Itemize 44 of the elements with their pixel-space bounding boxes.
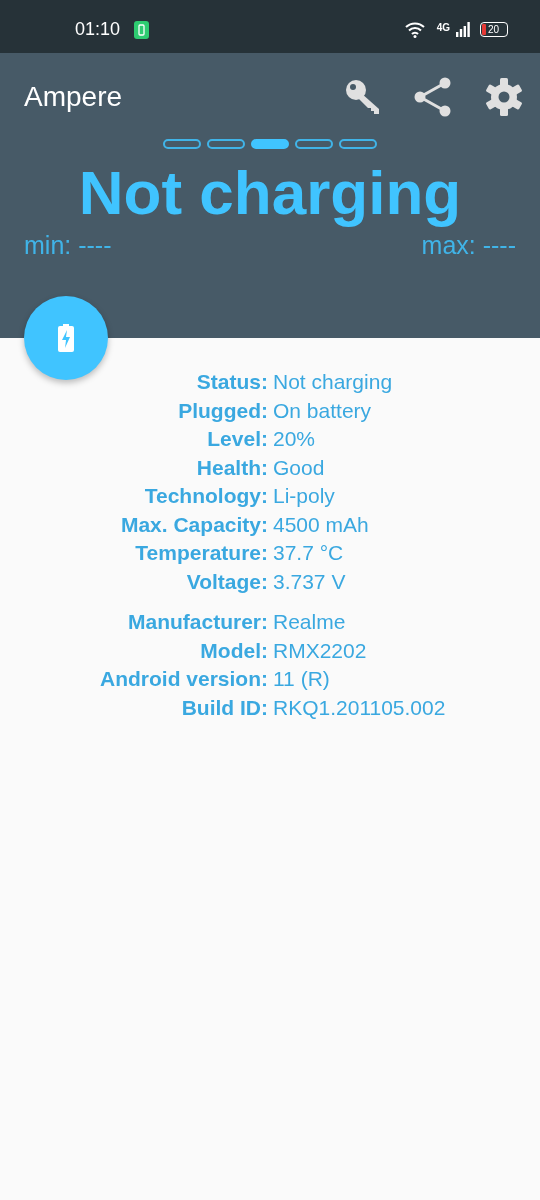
info-value: Not charging bbox=[273, 369, 394, 395]
battery-fab[interactable] bbox=[24, 296, 108, 380]
info-label: Max. Capacity: bbox=[119, 511, 268, 538]
battery-charging-icon bbox=[58, 324, 74, 352]
info-value: Good bbox=[273, 454, 326, 481]
page-indicator[interactable] bbox=[251, 139, 289, 149]
signal-icon bbox=[456, 22, 470, 37]
info-value: Realme bbox=[273, 609, 347, 635]
info-label: Android version: bbox=[99, 666, 268, 692]
info-value: 37.7 °C bbox=[273, 540, 345, 566]
info-value: Li-poly bbox=[273, 483, 336, 509]
info-value: 4500 mAh bbox=[273, 511, 370, 538]
battery-notification-icon bbox=[134, 20, 150, 39]
info-value: RMX2202 bbox=[273, 637, 368, 664]
info-value: 20% bbox=[273, 426, 317, 452]
share-icon[interactable] bbox=[414, 77, 452, 117]
info-label: Plugged: bbox=[177, 397, 268, 424]
info-value: On battery bbox=[273, 397, 373, 424]
page-indicator[interactable] bbox=[207, 139, 245, 149]
info-value: 11 (R) bbox=[273, 666, 331, 692]
network-type: 4G bbox=[436, 22, 450, 33]
page-indicator[interactable] bbox=[295, 139, 333, 149]
info-label: Temperature: bbox=[134, 540, 268, 566]
charging-status-headline: Not charging bbox=[77, 159, 463, 228]
info-label: Technology: bbox=[143, 483, 268, 509]
page-indicator[interactable] bbox=[339, 139, 377, 149]
battery-indicator: 20 bbox=[480, 22, 508, 37]
max-current: max: ---- bbox=[421, 231, 516, 261]
wifi-icon bbox=[404, 21, 425, 38]
info-label: Health: bbox=[195, 454, 268, 481]
info-label: Manufacturer: bbox=[126, 609, 268, 635]
info-value: 3.737 V bbox=[273, 568, 347, 595]
app-title: Ampere bbox=[24, 81, 123, 113]
info-label: Level: bbox=[206, 426, 268, 452]
page-indicator[interactable] bbox=[163, 139, 201, 149]
info-label: Build ID: bbox=[180, 694, 268, 721]
info-label: Voltage: bbox=[185, 568, 268, 595]
min-current: min: ---- bbox=[24, 231, 112, 261]
info-label: Status: bbox=[195, 369, 268, 395]
key-icon[interactable] bbox=[344, 78, 382, 116]
settings-icon[interactable] bbox=[484, 77, 524, 117]
clock: 01:10 bbox=[75, 19, 121, 40]
info-value: RKQ1.201105.002 bbox=[273, 694, 447, 721]
info-label: Model: bbox=[199, 637, 268, 664]
